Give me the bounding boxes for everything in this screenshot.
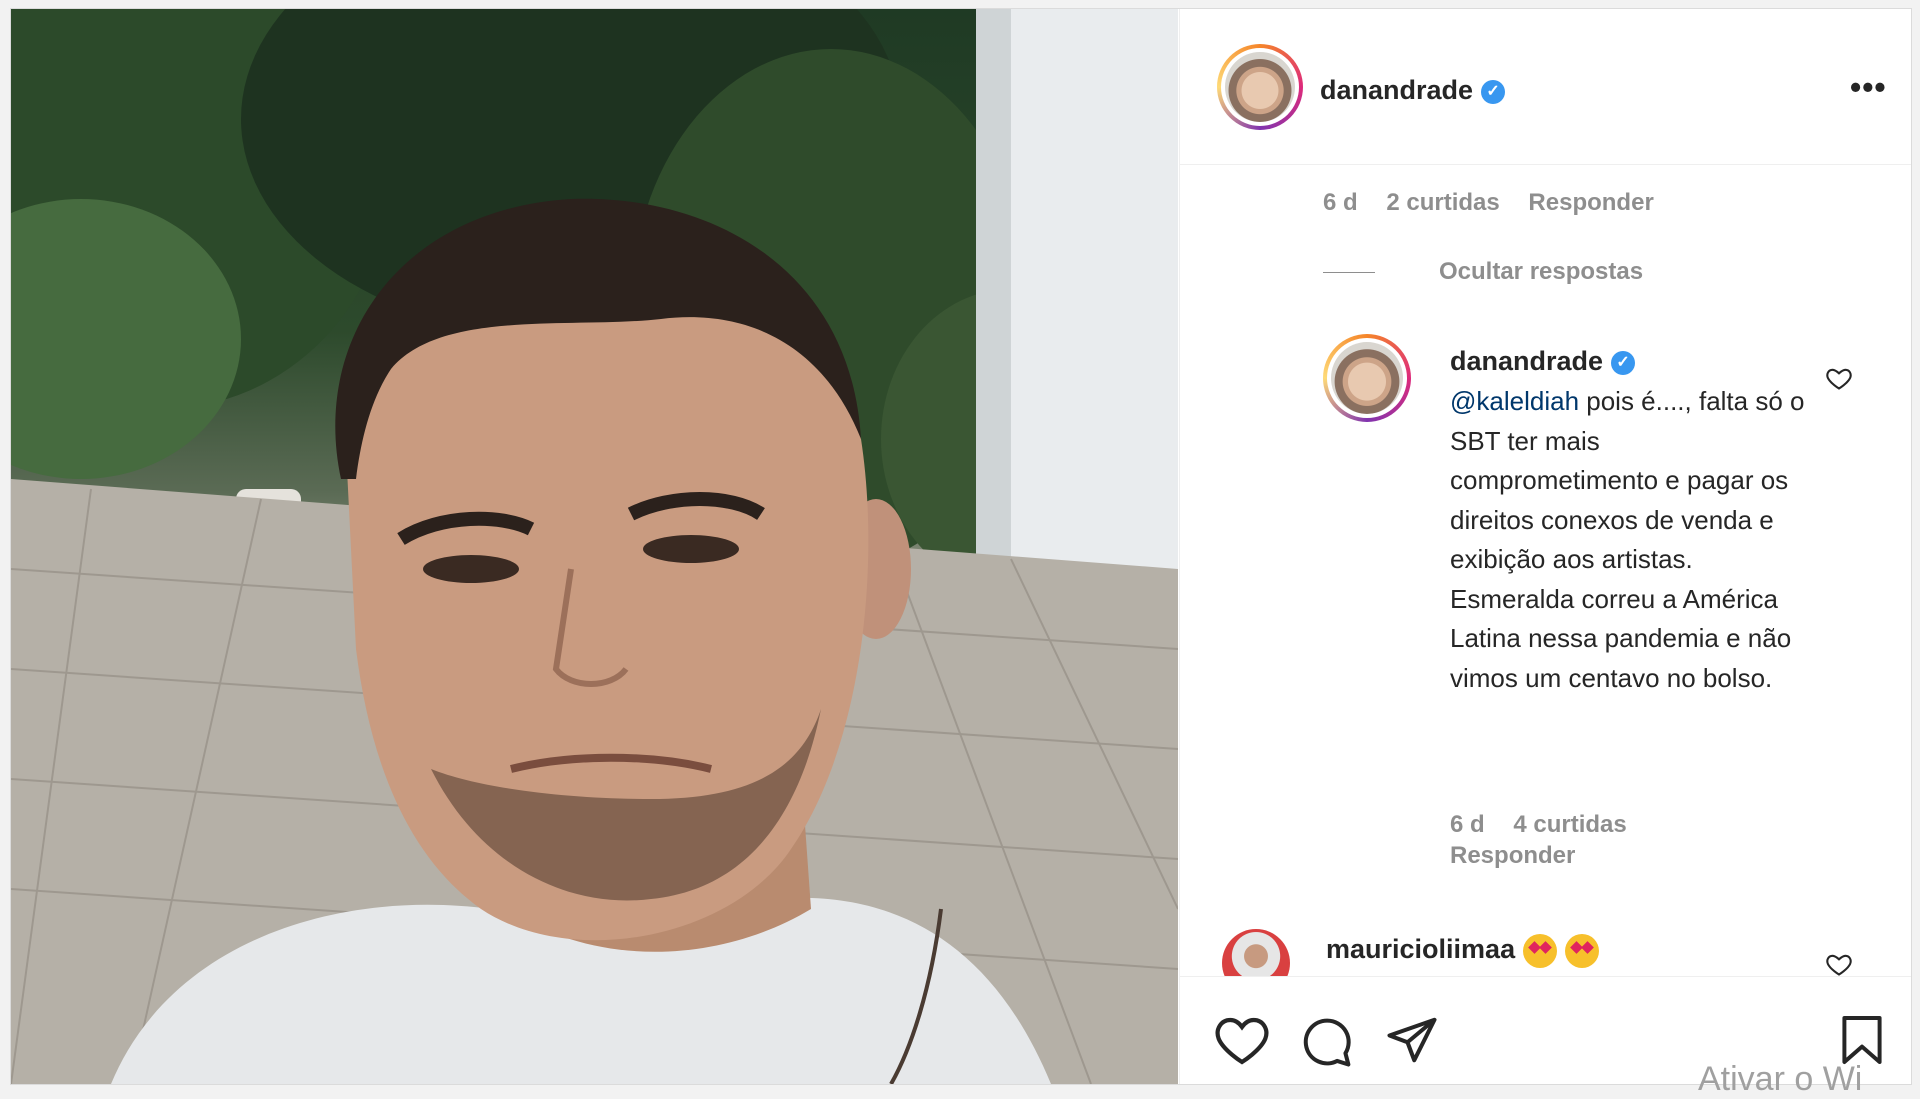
- heart-eyes-emoji-icon: [1523, 934, 1558, 968]
- post-photo[interactable]: [11, 9, 1178, 1084]
- share-icon[interactable]: [1385, 1015, 1439, 1065]
- divider-line: [1323, 272, 1375, 274]
- parent-comment-meta: 6 d 2 curtidas Responder: [1323, 189, 1676, 217]
- like-comment-heart-icon[interactable]: [1825, 950, 1853, 976]
- commenter-username[interactable]: mauricioliimaa: [1326, 934, 1515, 964]
- reply-username[interactable]: danandrade: [1450, 346, 1603, 376]
- reply-age: 6 d: [1450, 811, 1485, 838]
- next-comment: mauricioliimaa: [1326, 934, 1600, 968]
- hide-replies-button[interactable]: Ocultar respostas: [1323, 258, 1643, 286]
- heart-icon[interactable]: [1214, 1015, 1270, 1067]
- reply-body: pois é...., falta só o SBT ter mais comp…: [1450, 386, 1805, 693]
- bookmark-icon[interactable]: [1840, 1013, 1884, 1067]
- reply-meta: 6 d 4 curtidas: [1450, 811, 1649, 839]
- heart-eyes-emoji-icon: [1565, 934, 1600, 968]
- hide-replies-label: Ocultar respostas: [1439, 258, 1644, 285]
- mention-link[interactable]: @kaleldiah: [1450, 386, 1579, 416]
- avatar-image: [1225, 52, 1295, 122]
- comments-list[interactable]: 6 d 2 curtidas Responder Ocultar respost…: [1180, 164, 1911, 976]
- reply-comment-text: @kaleldiah pois é...., falta só o SBT te…: [1450, 382, 1805, 698]
- post-header: danandrade ✓ •••: [1180, 9, 1911, 165]
- verified-badge-icon: ✓: [1611, 350, 1636, 375]
- commenter-avatar[interactable]: [1222, 929, 1290, 976]
- like-comment-heart-icon[interactable]: [1825, 364, 1853, 392]
- author-username[interactable]: danandrade: [1320, 75, 1473, 105]
- reply-username-row[interactable]: danandrade ✓: [1450, 346, 1636, 377]
- comment-likes[interactable]: 2 curtidas: [1386, 189, 1499, 216]
- activation-watermark: Ativar o Wi: [1698, 1060, 1863, 1098]
- selfie-photo: [11, 9, 1178, 1084]
- avatar-image: [1331, 342, 1403, 414]
- reply-button[interactable]: Responder: [1528, 189, 1653, 216]
- reply-reply-button[interactable]: Responder: [1450, 842, 1575, 870]
- comment-age: 6 d: [1323, 189, 1358, 216]
- instagram-post: danandrade ✓ ••• 6 d 2 curtidas Responder…: [10, 8, 1912, 1085]
- author-avatar[interactable]: [1217, 44, 1303, 130]
- verified-badge-icon: ✓: [1481, 79, 1506, 104]
- more-options-button[interactable]: •••: [1850, 69, 1887, 106]
- post-sidebar: danandrade ✓ ••• 6 d 2 curtidas Responder…: [1179, 9, 1911, 1084]
- reply-author-avatar[interactable]: [1323, 334, 1411, 422]
- author-username-row[interactable]: danandrade ✓: [1320, 75, 1506, 106]
- comment-icon[interactable]: [1300, 1015, 1354, 1069]
- reply-likes[interactable]: 4 curtidas: [1513, 811, 1626, 838]
